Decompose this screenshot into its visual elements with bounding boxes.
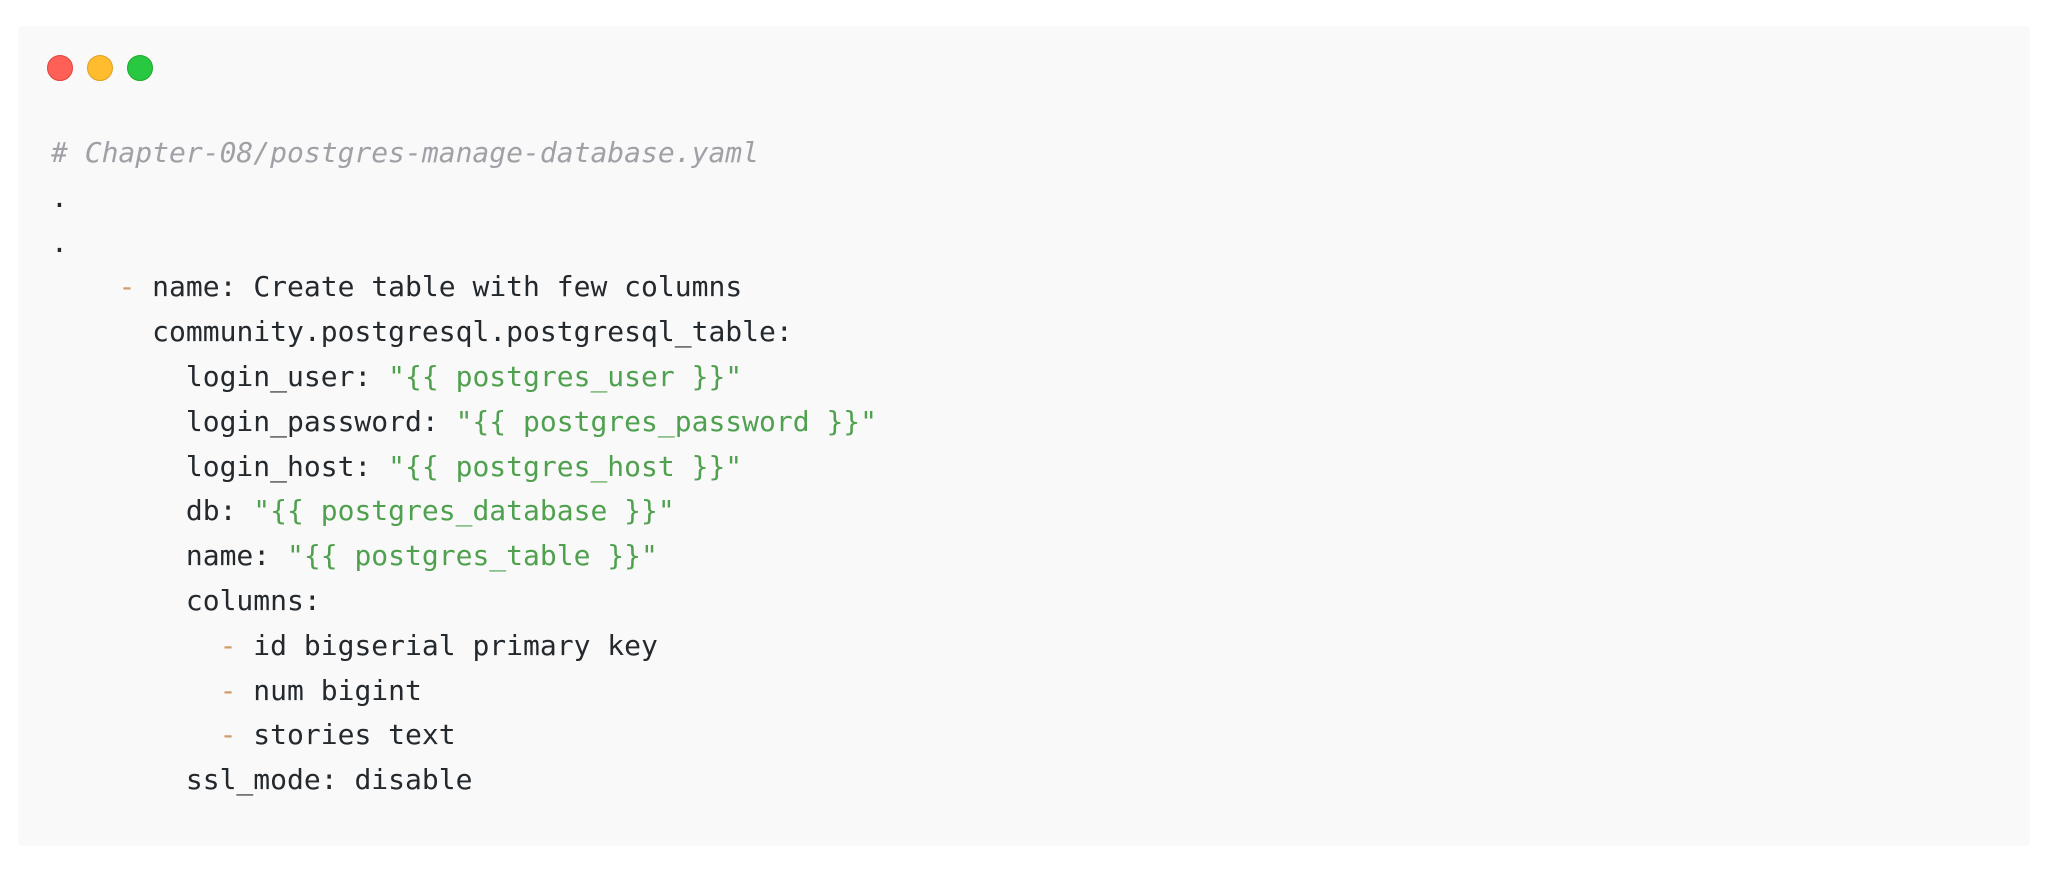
code-key: login_user:: [185, 359, 389, 393]
code-line-6: login_user: "{{ postgres_user }}": [51, 355, 877, 400]
code-string: "{{ postgres_database }}": [253, 494, 675, 528]
code-key: name:: [185, 539, 288, 573]
code-key: columns:: [185, 583, 321, 617]
code-value: Create table with few columns: [253, 270, 743, 304]
code-value: num bigint: [236, 673, 422, 707]
code-line-13: - num bigint: [51, 669, 877, 714]
maximize-dot-icon[interactable]: [127, 55, 153, 81]
code-line-5: community.postgresql.postgresql_table:: [51, 310, 877, 355]
code-key: login_password:: [185, 404, 456, 438]
code-text: .: [51, 225, 68, 259]
code-key: community.postgresql.postgresql_table:: [152, 315, 793, 349]
code-value: disable: [354, 763, 473, 797]
code-string: "{{ postgres_table }}": [287, 539, 658, 573]
close-dot-icon[interactable]: [47, 55, 73, 81]
code-string: "{{ postgres_password }}": [455, 404, 878, 438]
code-line-1: # Chapter-08/postgres-manage-database.ya…: [51, 131, 877, 176]
code-key: login_host:: [185, 449, 389, 483]
list-dash: -: [219, 628, 237, 662]
code-string: "{{ postgres_user }}": [388, 359, 743, 393]
code-text: .: [51, 180, 68, 214]
code-line-3: .: [51, 221, 877, 266]
code-comment: # Chapter-08/postgres-manage-database.ya…: [51, 136, 760, 169]
code-value: id bigserial primary key: [236, 628, 658, 662]
code-block: # Chapter-08/postgres-manage-database.ya…: [51, 131, 877, 803]
code-line-4: - name: Create table with few columns: [51, 265, 877, 310]
list-dash: -: [118, 270, 136, 304]
code-line-10: name: "{{ postgres_table }}": [51, 534, 877, 579]
code-string: "{{ postgres_host }}": [388, 449, 743, 483]
code-key: ssl_mode:: [185, 763, 355, 797]
list-dash: -: [219, 718, 237, 752]
code-line-11: columns:: [51, 579, 877, 624]
list-dash: -: [219, 673, 237, 707]
code-line-2: .: [51, 176, 877, 221]
code-window: # Chapter-08/postgres-manage-database.ya…: [18, 26, 2030, 846]
code-line-14: - stories text: [51, 713, 877, 758]
code-line-9: db: "{{ postgres_database }}": [51, 489, 877, 534]
code-key: db:: [185, 494, 254, 528]
minimize-dot-icon[interactable]: [87, 55, 113, 81]
code-line-12: - id bigserial primary key: [51, 624, 877, 669]
code-line-7: login_password: "{{ postgres_password }}…: [51, 400, 877, 445]
code-value: stories text: [236, 718, 456, 752]
code-key: name:: [135, 270, 254, 304]
code-line-15: ssl_mode: disable: [51, 758, 877, 803]
code-line-8: login_host: "{{ postgres_host }}": [51, 445, 877, 490]
